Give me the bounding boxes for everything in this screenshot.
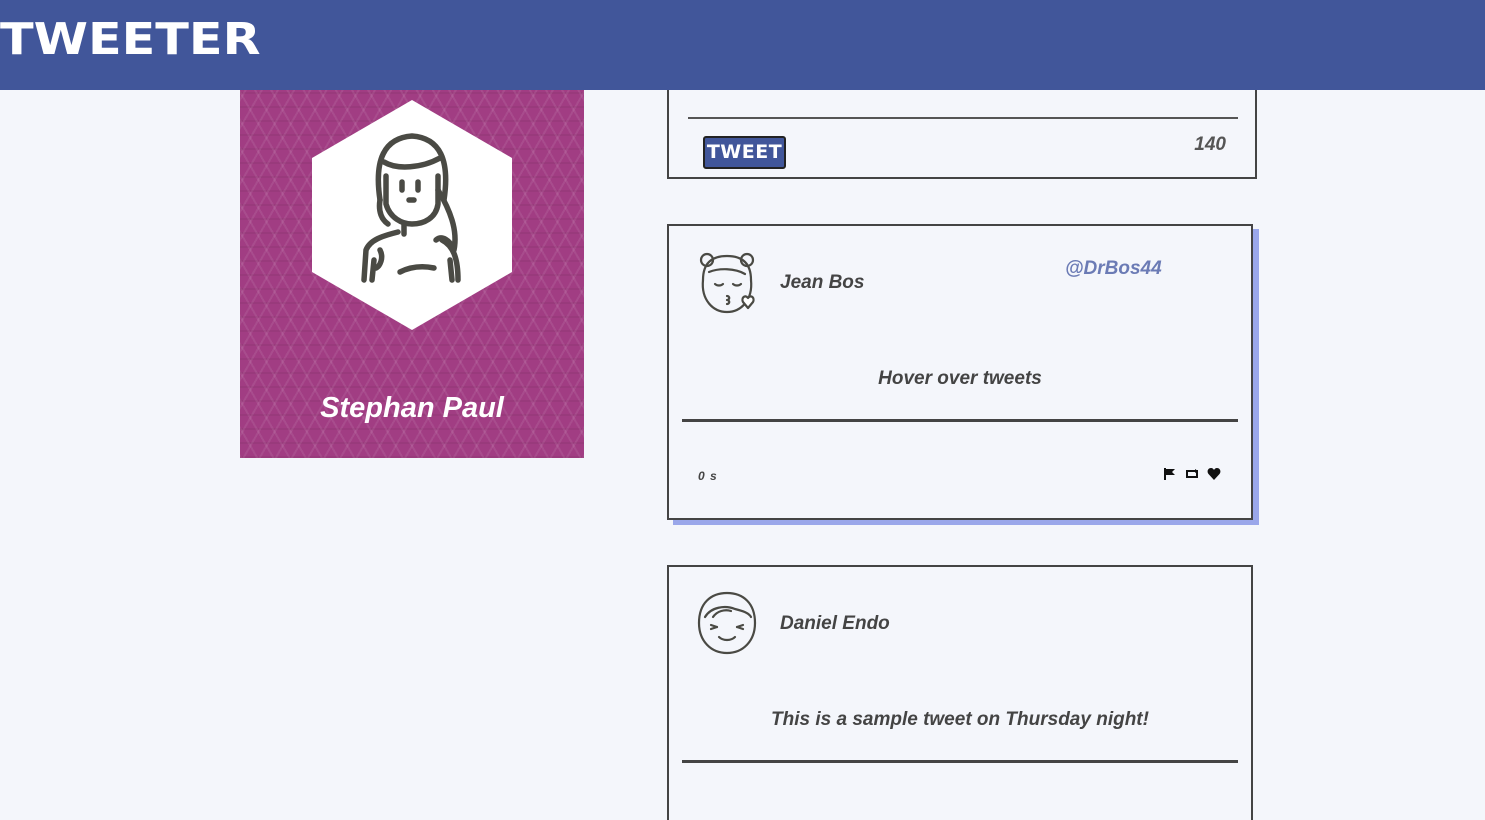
tweet-card[interactable]: Jean Bos @DrBos44 Hover over tweets 0 s: [667, 224, 1253, 520]
character-counter: 140: [1194, 134, 1226, 155]
tweet-text: This is a sample tweet on Thursday night…: [771, 709, 1149, 730]
flag-icon[interactable]: [1163, 467, 1177, 481]
app-logo[interactable]: TWEETER: [0, 14, 261, 66]
tweet-card[interactable]: Daniel Endo This is a sample tweet on Th…: [667, 565, 1253, 820]
tweet-author: Jean Bos: [780, 272, 865, 293]
tweet-author: Daniel Endo: [780, 613, 890, 634]
retweet-icon[interactable]: [1185, 467, 1199, 481]
tweet-handle[interactable]: @DrBos44: [1065, 258, 1162, 280]
boy-smile-avatar-icon: [697, 591, 757, 655]
tweet-divider: [682, 760, 1238, 763]
tweet-divider: [682, 419, 1238, 422]
profile-card: Stephan Paul: [240, 90, 584, 458]
girl-kiss-avatar-icon: [699, 252, 755, 314]
heart-icon[interactable]: [1207, 467, 1221, 481]
tweet-button[interactable]: TWEET: [703, 136, 786, 169]
profile-name: Stephan Paul: [320, 392, 504, 424]
tweet-text: Hover over tweets: [878, 368, 1042, 389]
tweet-timestamp: 0 s: [698, 469, 718, 483]
profile-avatar-icon: [312, 100, 512, 330]
tweet-actions: [1163, 467, 1221, 481]
compose-divider: [688, 117, 1238, 119]
top-navigation-bar: TWEETER: [0, 0, 1485, 90]
